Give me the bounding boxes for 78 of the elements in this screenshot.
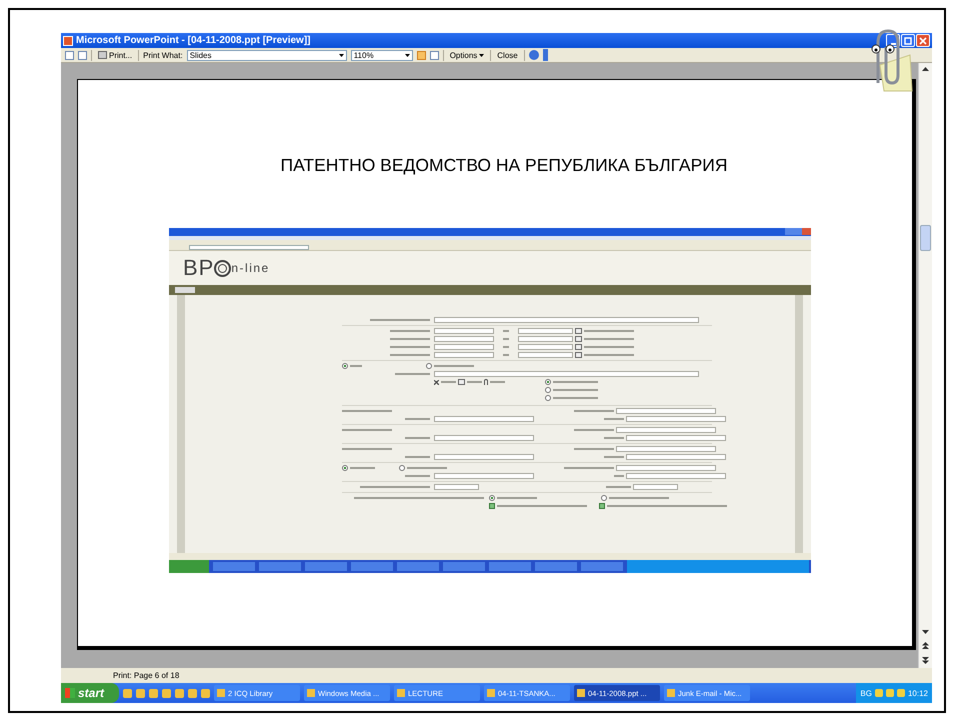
options-button[interactable]: Options	[448, 50, 486, 60]
input-field[interactable]	[626, 454, 726, 460]
square-icon[interactable]	[575, 344, 582, 350]
scroll-thumb[interactable]	[920, 225, 931, 251]
input-field[interactable]	[434, 336, 494, 342]
start-button[interactable]	[169, 560, 209, 573]
close-icon	[919, 36, 927, 44]
help-icon[interactable]	[528, 50, 539, 60]
input-field[interactable]	[434, 344, 494, 350]
radio-button[interactable]	[399, 465, 405, 471]
checkbox[interactable]	[489, 503, 495, 509]
input-field[interactable]	[434, 454, 534, 460]
window-title: Microsoft PowerPoint - [04-11-2008.ppt [Preview]]	[76, 35, 312, 46]
input-field[interactable]	[434, 371, 699, 377]
input-field[interactable]	[518, 328, 573, 334]
input-field[interactable]	[434, 317, 699, 323]
input-field[interactable]	[616, 427, 716, 433]
close-button[interactable]	[916, 34, 930, 47]
scroll-down-icon[interactable]	[922, 630, 929, 634]
print-what-dropdown[interactable]: Slides	[186, 50, 347, 60]
scroll-up-icon[interactable]	[922, 67, 929, 71]
square-icon[interactable]	[575, 336, 582, 342]
square-icon[interactable]	[575, 328, 582, 334]
caret-icon	[338, 54, 344, 56]
input-field[interactable]	[434, 416, 534, 422]
input-field[interactable]	[633, 484, 678, 490]
input-field[interactable]	[518, 352, 573, 358]
toolbar-grip-icon[interactable]	[542, 49, 548, 61]
logo-text: BP	[183, 255, 214, 281]
window-controls-icon	[785, 228, 811, 235]
input-field[interactable]	[616, 465, 716, 471]
portrait-icon[interactable]	[430, 50, 439, 60]
input-field[interactable]	[626, 473, 726, 479]
input-field[interactable]	[626, 435, 726, 441]
input-field[interactable]	[434, 352, 494, 358]
caret-icon	[479, 54, 484, 56]
radio-button[interactable]	[426, 363, 432, 369]
language-indicator[interactable]: BG	[860, 688, 872, 698]
input-field[interactable]	[626, 416, 726, 422]
radio-button[interactable]	[489, 495, 495, 501]
search-field[interactable]	[189, 245, 309, 250]
input-field[interactable]	[518, 344, 573, 350]
input-field[interactable]	[616, 408, 716, 414]
input-field[interactable]	[434, 435, 534, 441]
clock: 10:12	[908, 688, 928, 698]
caret-icon	[404, 54, 410, 56]
input-field[interactable]	[434, 484, 479, 490]
radio-button[interactable]	[342, 465, 348, 471]
input-field[interactable]	[518, 336, 573, 342]
vertical-scrollbar[interactable]	[918, 63, 932, 668]
close-preview-button[interactable]: Close	[495, 50, 520, 60]
square-icon[interactable]	[458, 379, 465, 385]
slide-title: ПАТЕНТНО ВЕДОМСТВО НА РЕПУБЛИКА БЪЛГАРИЯ	[280, 155, 728, 176]
logo-text: n-line	[231, 261, 270, 275]
maximize-button[interactable]	[901, 34, 915, 47]
maximize-icon	[904, 36, 912, 44]
cross-icon[interactable]	[434, 380, 439, 384]
input-field[interactable]	[434, 328, 494, 334]
input-field[interactable]	[616, 446, 716, 452]
start-button[interactable]: start	[61, 683, 119, 703]
print-what-label: Print What:	[143, 50, 183, 60]
square-icon[interactable]	[575, 352, 582, 358]
powerpoint-icon	[63, 36, 73, 46]
checkbox[interactable]	[599, 503, 605, 509]
next-page-icon[interactable]	[922, 657, 929, 664]
landscape-icon[interactable]	[416, 50, 426, 60]
previous-page-icon[interactable]	[922, 642, 929, 649]
status-text: Print: Page 6 of 18	[113, 671, 180, 680]
print-button[interactable]: Print...	[96, 50, 134, 60]
radio-button[interactable]	[601, 495, 607, 501]
logo-ring-icon	[214, 260, 232, 276]
radio-button[interactable]	[342, 363, 348, 369]
input-field[interactable]	[434, 473, 534, 479]
minimize-icon	[890, 42, 896, 44]
radio-button[interactable]	[545, 387, 551, 393]
radio-button[interactable]	[545, 379, 551, 385]
radio-button[interactable]	[545, 395, 551, 401]
zoom-dropdown[interactable]: 110%	[350, 50, 413, 60]
